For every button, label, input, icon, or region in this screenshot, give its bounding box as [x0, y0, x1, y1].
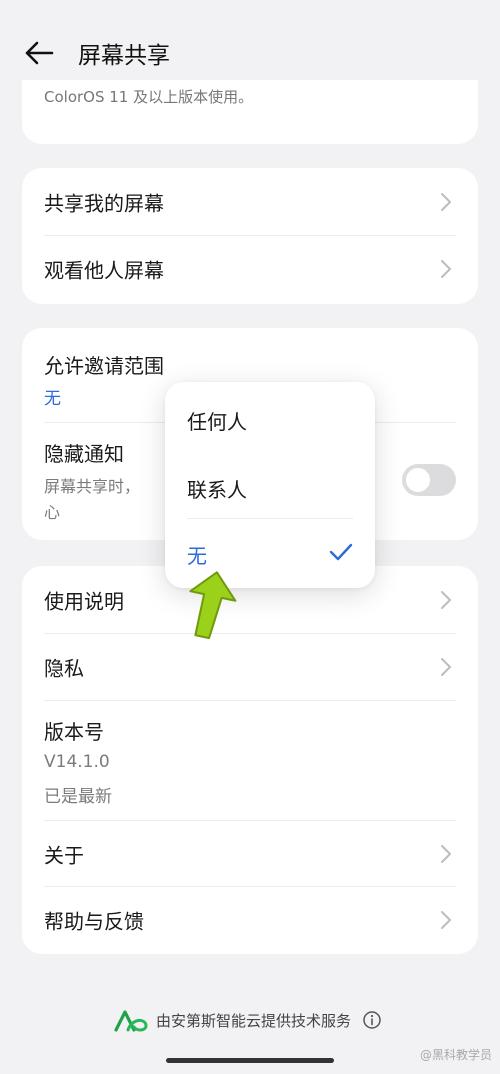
hide-notice-toggle[interactable] — [402, 464, 456, 496]
watch-others-screen-row[interactable]: 观看他人屏幕 — [22, 235, 478, 302]
usage-guide-label: 使用说明 — [44, 589, 124, 613]
privacy-label: 隐私 — [44, 656, 84, 680]
hide-notice-label: 隐藏通知 — [44, 442, 124, 466]
top-info-card: ColorOS 11 及以上版本使用。 — [22, 80, 478, 144]
share-card: 共享我的屏幕 观看他人屏幕 — [22, 168, 478, 304]
watch-others-screen-label: 观看他人屏幕 — [44, 258, 164, 282]
watermark: @黑科教学员 — [419, 1048, 492, 1062]
arrow-left-icon[interactable] — [22, 38, 56, 68]
screen-share-settings-page: 屏幕共享 ColorOS 11 及以上版本使用。 共享我的屏幕 观看他人屏幕 允… — [0, 0, 500, 1074]
chevron-right-icon — [441, 590, 451, 609]
about-row[interactable]: 关于 — [22, 820, 478, 887]
chevron-right-icon — [441, 844, 451, 863]
footer: 由安第斯智能云提供技术服务 — [0, 1008, 500, 1032]
option-contacts[interactable]: 联系人 — [187, 474, 247, 503]
checkmark-icon — [329, 543, 353, 561]
popup-divider — [187, 518, 353, 519]
version-label: 版本号 — [44, 720, 104, 744]
page-title: 屏幕共享 — [78, 43, 170, 69]
chevron-right-icon — [441, 910, 451, 929]
help-feedback-row[interactable]: 帮助与反馈 — [22, 886, 478, 953]
annotation-arrow-icon — [189, 571, 237, 640]
privacy-row[interactable]: 隐私 — [22, 633, 478, 700]
option-anyone[interactable]: 任何人 — [187, 406, 247, 435]
invite-scope-value[interactable]: 无 — [44, 384, 61, 409]
invite-scope-popup-menu: 任何人 联系人 无 — [165, 382, 375, 588]
version-status: 已是最新 — [44, 787, 112, 807]
help-feedback-label: 帮助与反馈 — [44, 909, 144, 933]
divider — [44, 700, 456, 701]
chevron-right-icon — [441, 657, 451, 676]
toggle-knob — [406, 468, 430, 492]
footer-service-text: 由安第斯智能云提供技术服务 — [156, 1012, 352, 1030]
version-number: V14.1.0 — [44, 752, 110, 772]
share-my-screen-row[interactable]: 共享我的屏幕 — [22, 168, 478, 235]
home-indicator-bar[interactable] — [166, 1058, 334, 1063]
chevron-right-icon — [441, 192, 451, 211]
chevron-right-icon — [441, 259, 451, 278]
about-label: 关于 — [44, 843, 84, 867]
help-card: 使用说明 隐私 版本号 V14.1.0 已是最新 关于 帮助与反馈 — [22, 566, 478, 954]
compatibility-note: ColorOS 11 及以上版本使用。 — [44, 88, 254, 106]
option-none[interactable]: 无 — [187, 540, 207, 569]
share-my-screen-label: 共享我的屏幕 — [44, 191, 164, 215]
andes-cloud-logo-icon — [114, 1010, 148, 1032]
info-icon[interactable] — [362, 1010, 382, 1030]
invite-scope-label[interactable]: 允许邀请范围 — [44, 350, 164, 379]
